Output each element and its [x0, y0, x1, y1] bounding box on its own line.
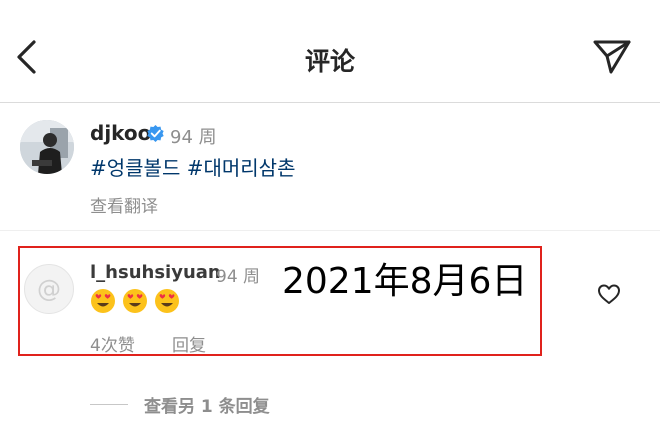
comment-text: [90, 288, 180, 314]
caption-timestamp: 94 周: [170, 127, 217, 148]
comment-username[interactable]: l_hsuhsiyuan: [90, 262, 221, 283]
top-bar: 评论: [0, 0, 660, 112]
translate-link[interactable]: 查看翻译: [90, 192, 158, 217]
likes-count[interactable]: 4次赞: [90, 331, 135, 356]
header-divider: [0, 102, 660, 103]
paper-plane-icon[interactable]: [592, 38, 632, 76]
avatar[interactable]: @: [24, 264, 74, 314]
heart-eyes-face-icon: [155, 289, 179, 313]
caption-hashtags[interactable]: #엉클볼드 #대머리삼촌: [90, 152, 295, 181]
caption-divider: [0, 230, 660, 231]
at-sign-icon: @: [37, 275, 61, 303]
replies-divider-line: [90, 404, 128, 405]
svg-text:@: @: [37, 275, 61, 303]
profile-photo: [20, 120, 74, 174]
heart-eyes-face-icon: [91, 289, 115, 313]
date-annotation: 2021年8月6日: [282, 261, 528, 302]
verified-badge-icon: [147, 124, 164, 143]
heart-eyes-face-icon: [123, 289, 147, 313]
page-title: 评论: [304, 47, 355, 76]
reply-button[interactable]: 回复: [172, 331, 206, 356]
heart-outline-icon[interactable]: [596, 282, 622, 306]
caption-username[interactable]: djkoo: [90, 121, 151, 145]
comment-timestamp: 94 周: [216, 267, 261, 287]
view-replies-button[interactable]: 查看另 1 条回复: [144, 392, 270, 417]
avatar[interactable]: [20, 120, 74, 174]
